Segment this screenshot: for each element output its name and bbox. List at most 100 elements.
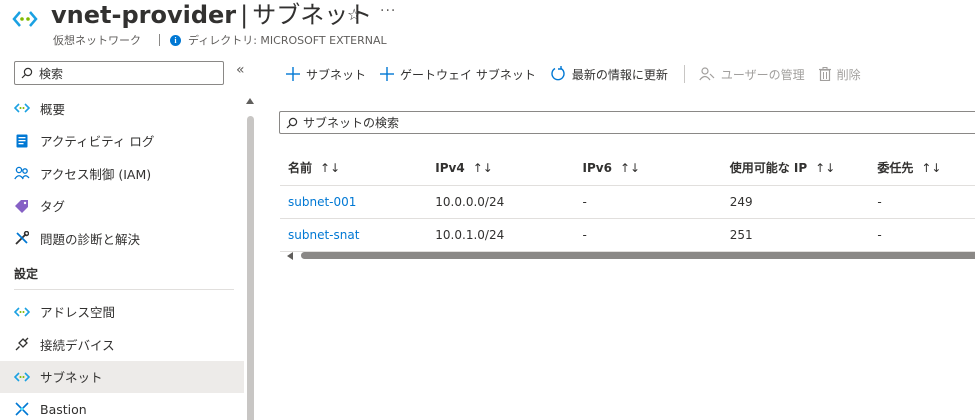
sidebar-item-label: 問題の診断と解決 [40, 231, 141, 247]
add-gateway-subnet-label: ゲートウェイ サブネット [400, 67, 536, 82]
table-horizontal-scrollbar[interactable] [285, 251, 975, 261]
scroll-up-arrow-icon[interactable] [246, 98, 254, 104]
column-header-delegated-to[interactable]: 委任先 ↑↓ [869, 151, 975, 186]
sidebar-item-label: サブネット [40, 370, 103, 386]
plus-icon [286, 67, 300, 81]
delete-button[interactable]: 削除 [818, 66, 861, 83]
sidebar-item-connected-devices[interactable]: 接続デバイス [0, 328, 244, 361]
info-icon: i [170, 34, 181, 46]
vnet-icon [14, 100, 30, 116]
cell-name[interactable]: subnet-snat [280, 218, 428, 252]
cell-available-ips: 249 [721, 185, 870, 219]
column-header-ipv6[interactable]: IPv6 ↑↓ [574, 151, 722, 186]
sort-icon[interactable]: ↑↓ [320, 161, 340, 175]
refresh-button[interactable]: 最新の情報に更新 [550, 66, 668, 83]
activity-log-icon [14, 133, 30, 149]
subnet-search-placeholder: サブネットの検索 [303, 116, 400, 130]
sidebar-nav: 概要 アクティビティ ログ アクセス制御 (IAM) タグ 問題の診断と解決 設… [0, 92, 244, 420]
sidebar-item-activity-log[interactable]: アクティビティ ログ [0, 125, 244, 158]
sidebar-item-diagnose[interactable]: 問題の診断と解決 [0, 222, 244, 255]
cell-ipv4: 10.0.1.0/24 [427, 218, 575, 252]
sidebar-item-label: アドレス空間 [40, 305, 116, 321]
directory-label: ディレクトリ: MICROSOFT EXTERNAL [188, 34, 387, 47]
sidebar-scroll-thumb[interactable] [247, 116, 254, 420]
sidebar-search-input[interactable]: 検索 [14, 61, 224, 85]
sidebar-item-overview[interactable]: 概要 [0, 92, 244, 125]
table-row: subnet-snat 10.0.1.0/24 - 251 - [280, 218, 975, 252]
wrench-icon [14, 230, 30, 246]
sidebar-item-label: アクティビティ ログ [40, 134, 155, 150]
cell-available-ips: 251 [721, 218, 870, 252]
add-gateway-subnet-button[interactable]: ゲートウェイ サブネット [380, 66, 536, 83]
manage-users-label: ユーザーの管理 [720, 67, 805, 82]
sidebar-section-settings: 設定 [14, 266, 39, 281]
command-bar: サブネット ゲートウェイ サブネット 最新の情報に更新 ユーザーの管理 削除 [258, 62, 861, 86]
refresh-label: 最新の情報に更新 [571, 67, 668, 82]
sidebar-item-bastion[interactable]: Bastion [0, 393, 244, 420]
manage-users-icon [699, 67, 715, 81]
resource-type: 仮想ネットワーク [53, 34, 141, 47]
cell-delegated-to: - [869, 185, 975, 219]
cell-delegated-to: - [869, 218, 975, 252]
sidebar-search-placeholder: 検索 [39, 66, 64, 81]
sort-icon[interactable]: ↑↓ [620, 161, 640, 175]
sidebar-scrollbar[interactable] [246, 98, 255, 420]
sidebar-item-tags[interactable]: タグ [0, 190, 244, 223]
sidebar-item-label: 接続デバイス [40, 337, 115, 353]
cell-ipv6: - [574, 185, 722, 219]
sidebar-item-address-space[interactable]: アドレス空間 [0, 296, 244, 329]
column-header-available-ips[interactable]: 使用可能な IP ↑↓ [721, 151, 870, 186]
sidebar-divider [14, 288, 234, 290]
column-header-ipv4[interactable]: IPv4 ↑↓ [427, 151, 575, 186]
subnet-link[interactable]: subnet-001 [288, 195, 356, 209]
refresh-icon [550, 66, 566, 82]
sidebar: 検索 « 概要 アクティビティ ログ アクセス制御 (IAM) タグ 問題の診断… [0, 52, 258, 420]
cell-ipv4: 10.0.0.0/24 [427, 185, 575, 219]
sidebar-item-label: Bastion [40, 401, 87, 417]
subnet-table: 名前 ↑↓ IPv4 ↑↓ IPv6 ↑↓ 使用可能な IP ↑↓ 委任先 ↑↓ subn… [280, 151, 975, 252]
sidebar-item-iam[interactable]: アクセス制御 (IAM) [0, 157, 244, 190]
more-options-icon[interactable]: ··· [380, 3, 396, 19]
main-content: サブネット ゲートウェイ サブネット 最新の情報に更新 ユーザーの管理 削除 サ… [258, 52, 975, 420]
page-title: vnet-provider | サブネット [51, 0, 372, 30]
sidebar-item-label: タグ [40, 199, 66, 215]
add-subnet-label: サブネット [306, 67, 367, 82]
vnet-icon [14, 369, 30, 385]
plug-icon [14, 336, 30, 352]
add-subnet-button[interactable]: サブネット [286, 66, 366, 83]
search-icon [21, 67, 33, 79]
subnet-search-input[interactable]: サブネットの検索 [279, 111, 975, 134]
cell-ipv6: - [574, 218, 722, 252]
table-header-row: 名前 ↑↓ IPv4 ↑↓ IPv6 ↑↓ 使用可能な IP ↑↓ 委任先 ↑↓ [280, 151, 975, 186]
sidebar-item-subnets[interactable]: サブネット [0, 360, 244, 393]
search-icon [286, 117, 298, 128]
cell-name[interactable]: subnet-001 [280, 185, 428, 219]
vnet-icon [14, 304, 30, 320]
page-header: vnet-provider | サブネット ☆ ··· 仮想ネットワーク i ディレ… [0, 0, 975, 52]
favorite-star-icon[interactable]: ☆ [347, 5, 361, 24]
plus-icon [380, 67, 395, 81]
bastion-icon [14, 401, 30, 417]
title-separator: | [240, 1, 249, 29]
virtual-network-icon [12, 11, 38, 27]
tag-icon [14, 198, 30, 214]
table-scroll-thumb[interactable] [301, 252, 975, 259]
resource-name: vnet-provider [51, 1, 237, 29]
delete-label: 削除 [836, 67, 861, 82]
collapse-sidebar-icon[interactable]: « [236, 62, 245, 78]
column-header-name[interactable]: 名前 ↑↓ [280, 151, 428, 186]
table-row: subnet-001 10.0.0.0/24 - 249 - [280, 185, 975, 219]
sidebar-item-label: アクセス制御 (IAM) [40, 166, 152, 182]
subtitle-divider [159, 34, 160, 46]
sort-icon[interactable]: ↑↓ [815, 161, 835, 175]
sidebar-item-label: 概要 [40, 101, 66, 117]
sort-icon[interactable]: ↑↓ [473, 161, 493, 175]
subnet-link[interactable]: subnet-snat [288, 228, 359, 242]
manage-users-button[interactable]: ユーザーの管理 [699, 66, 805, 83]
toolbar-divider [683, 65, 685, 83]
sort-icon[interactable]: ↑↓ [921, 161, 941, 175]
scroll-left-arrow-icon[interactable] [287, 252, 293, 260]
page-subtitle: 仮想ネットワーク i ディレクトリ: MICROSOFT EXTERNAL [53, 32, 387, 48]
trash-icon [818, 67, 831, 81]
people-icon [14, 165, 30, 181]
